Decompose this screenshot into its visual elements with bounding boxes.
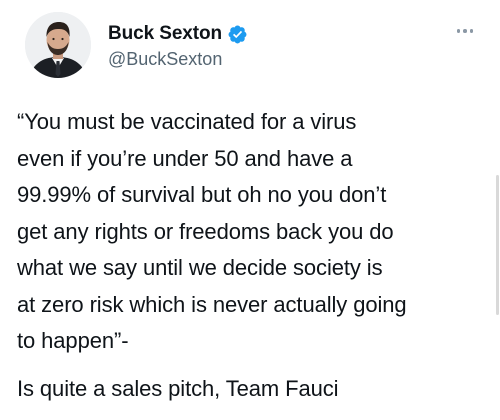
avatar[interactable] [25,12,91,78]
author-handle[interactable]: @BuckSexton [108,49,222,70]
tweet-quote-text: “You must be vaccinated for a virus even… [17,109,407,353]
tweet-comment-text: Is quite a sales pitch, Team Fauci [17,376,339,401]
verified-badge-icon [227,24,248,45]
author-name-row[interactable]: Buck Sexton [108,21,248,47]
tweet-card: Buck Sexton @BuckSexton “You must be vac… [0,0,500,420]
more-dot [469,29,474,33]
scrollbar[interactable] [496,175,499,315]
more-dot [463,29,467,33]
more-options-icon[interactable] [452,22,478,40]
author-display-name[interactable]: Buck Sexton [108,23,222,45]
profile-photo-icon [25,12,91,78]
more-dot [456,29,461,33]
